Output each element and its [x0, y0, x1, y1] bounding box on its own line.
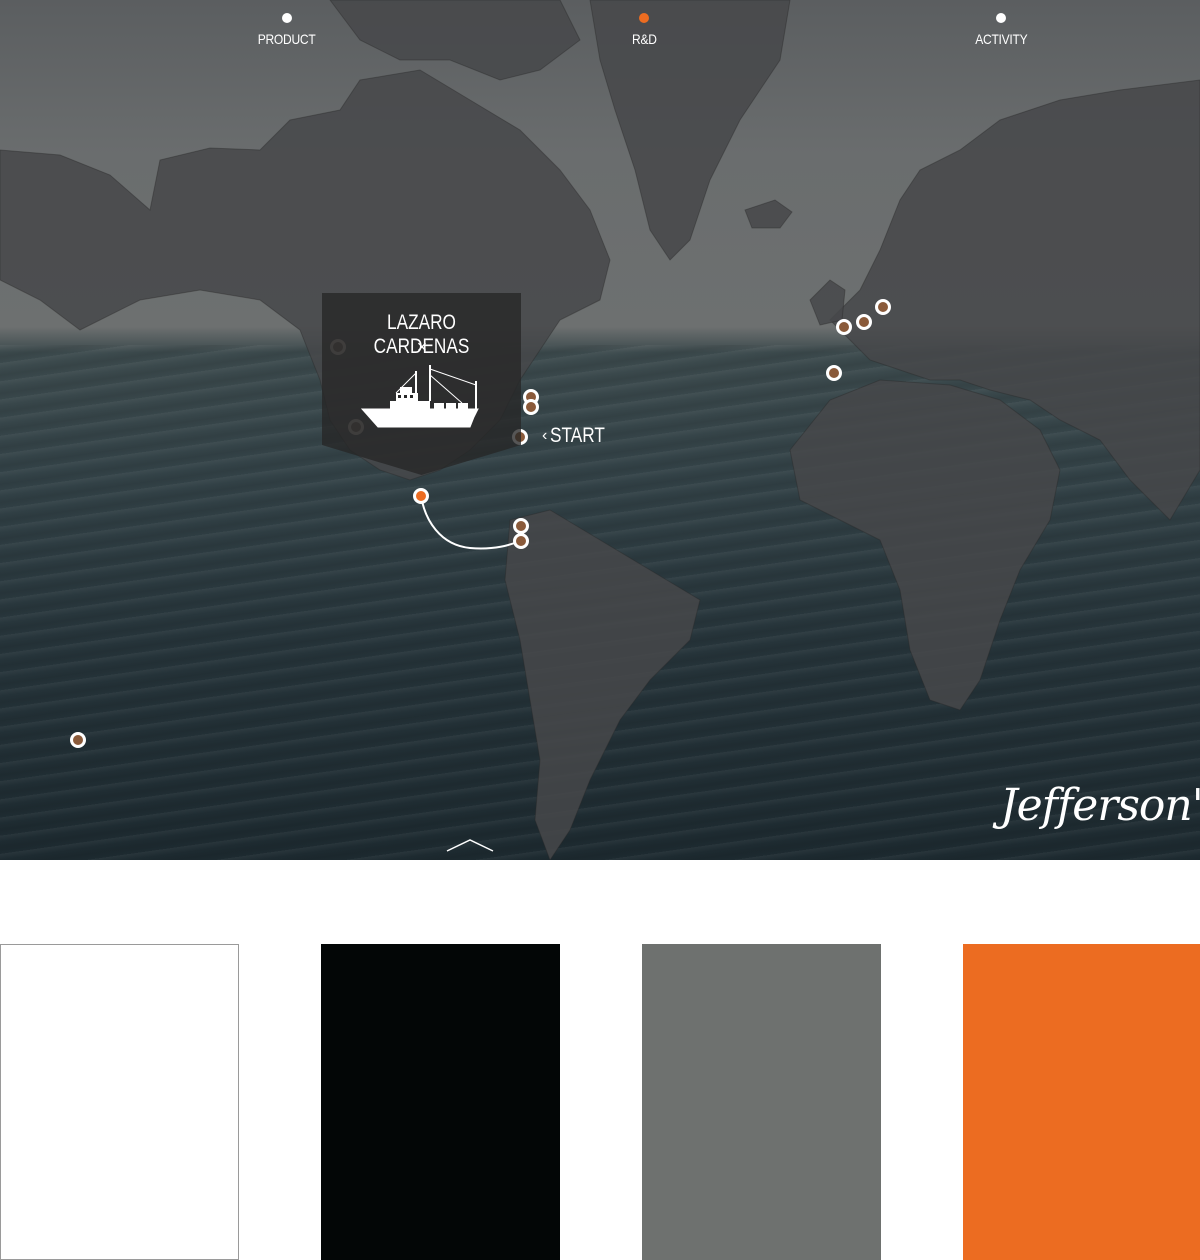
- nav-dot-activity: [996, 13, 1006, 23]
- south-america-landmass: [504, 509, 701, 860]
- location-marker[interactable]: [836, 319, 852, 335]
- chevron-left-icon: ‹: [542, 427, 548, 444]
- location-marker[interactable]: [513, 518, 529, 534]
- location-marker[interactable]: [856, 314, 872, 330]
- jeffersons-logo: Jefferson's: [1000, 780, 1200, 831]
- nav-dot-rnd: [639, 13, 649, 23]
- nav-label-rnd: R&D: [631, 31, 657, 47]
- location-popup: LAZARO CARDENAS ×: [322, 293, 521, 475]
- location-marker-active[interactable]: [413, 488, 429, 504]
- nav-item-product[interactable]: PRODUCT: [227, 10, 347, 49]
- location-marker[interactable]: [523, 399, 539, 415]
- nav-dot-product: [282, 13, 292, 23]
- chevron-up-icon[interactable]: [445, 836, 495, 856]
- section-nav: PRODUCT R&D ACTIVITY: [0, 10, 1200, 54]
- color-palette: [0, 944, 1200, 1260]
- location-marker[interactable]: [513, 533, 529, 549]
- nav-label-activity: ACTIVITY: [974, 31, 1028, 47]
- swatch-white: [0, 944, 239, 1260]
- british-isles-landmass: [809, 279, 846, 326]
- swatch-orange: [963, 944, 1200, 1260]
- map-hero: PRODUCT R&D ACTIVITY LAZARO CARDENAS × ‹…: [0, 0, 1200, 860]
- iceland-landmass: [744, 199, 793, 229]
- nav-label-product: PRODUCT: [258, 31, 316, 47]
- location-marker[interactable]: [875, 299, 891, 315]
- nav-item-rnd[interactable]: R&D: [584, 10, 704, 49]
- start-label: START: [550, 424, 606, 447]
- swatch-black: [321, 944, 560, 1260]
- location-marker[interactable]: [70, 732, 86, 748]
- africa-landmass: [789, 379, 1061, 711]
- nav-item-activity[interactable]: ACTIVITY: [941, 10, 1061, 49]
- swatch-gray: [642, 944, 881, 1260]
- location-marker[interactable]: [826, 365, 842, 381]
- start-link[interactable]: ‹ START: [542, 424, 617, 448]
- close-icon[interactable]: ×: [412, 337, 432, 357]
- ship-icon: [360, 365, 479, 428]
